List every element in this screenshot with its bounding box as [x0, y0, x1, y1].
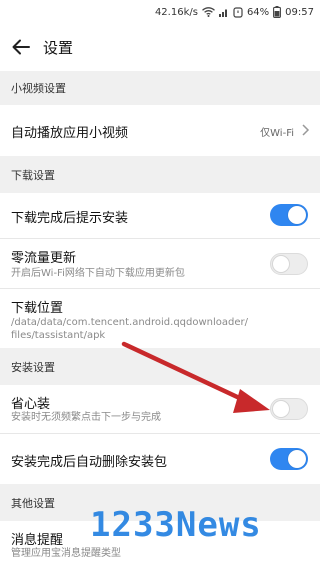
back-button[interactable] — [6, 32, 36, 62]
setting-row-auto-delete[interactable]: 安装完成后自动删除安装包 — [0, 434, 320, 484]
install-prompt-toggle[interactable] — [270, 204, 308, 226]
toggle-knob — [272, 400, 290, 418]
setting-row-download-location[interactable]: 下载位置 /data/data/com.tencent.android.qqdo… — [0, 289, 320, 348]
watermark-logo: 1233News — [90, 505, 262, 545]
setting-title: 安装完成后自动删除安装包 — [11, 455, 168, 470]
status-indicators: 42.16k/s 64% 09:57 — [155, 0, 314, 24]
worry-free-toggle[interactable] — [270, 398, 308, 420]
battery-icon — [273, 6, 282, 18]
auto-delete-toggle[interactable] — [270, 448, 308, 470]
chevron-right-icon — [302, 124, 310, 136]
toggle-knob — [288, 206, 306, 224]
section-header-short-video: 小视频设置 — [0, 71, 320, 105]
setting-subtitle: 安装时无须频繁点击下一步与完成 — [11, 412, 161, 423]
setting-row-zero-traffic[interactable]: 零流量更新 开启后Wi-Fi网络下自动下载应用更新包 — [0, 239, 320, 288]
status-bar: 42.16k/s 64% 09:57 — [0, 0, 320, 24]
setting-subtitle: 管理应用宝消息提醒类型 — [11, 548, 121, 559]
setting-title: 下载完成后提示安装 — [11, 211, 129, 226]
section-header-install: 安装设置 — [0, 348, 320, 385]
download-path-line: files/tassistant/apk — [11, 330, 106, 341]
arrow-left-icon — [12, 39, 30, 55]
setting-row-install-prompt[interactable]: 下载完成后提示安装 — [0, 193, 320, 238]
network-speed: 42.16k/s — [154, 6, 198, 18]
toggle-knob — [288, 450, 306, 468]
setting-title: 自动播放应用小视频 — [11, 126, 129, 141]
setting-row-autoplay[interactable]: 自动播放应用小视频 仅Wi-Fi — [0, 105, 320, 156]
setting-subtitle: 开启后Wi-Fi网络下自动下载应用更新包 — [11, 268, 185, 279]
clock: 09:57 — [285, 6, 314, 18]
setting-title: 下载位置 — [11, 301, 64, 316]
setting-row-worry-free[interactable]: 省心装 安装时无须频繁点击下一步与完成 — [0, 385, 320, 433]
signal-icon — [218, 7, 229, 17]
zero-traffic-toggle[interactable] — [270, 253, 308, 275]
page-title: 设置 — [43, 39, 74, 57]
wifi-icon — [202, 7, 215, 17]
setting-title: 零流量更新 — [11, 251, 77, 266]
download-path-line: /data/data/com.tencent.android.qqdownloa… — [11, 317, 249, 328]
battery-level: 64% — [246, 6, 270, 18]
autoplay-value: 仅Wi-Fi — [260, 128, 294, 139]
toggle-knob — [272, 255, 290, 273]
setting-title: 消息提醒 — [11, 533, 64, 548]
app-bar: 设置 — [0, 24, 320, 70]
section-header-download: 下载设置 — [0, 156, 320, 193]
alarm-icon — [233, 6, 243, 18]
setting-title: 省心装 — [11, 397, 51, 412]
